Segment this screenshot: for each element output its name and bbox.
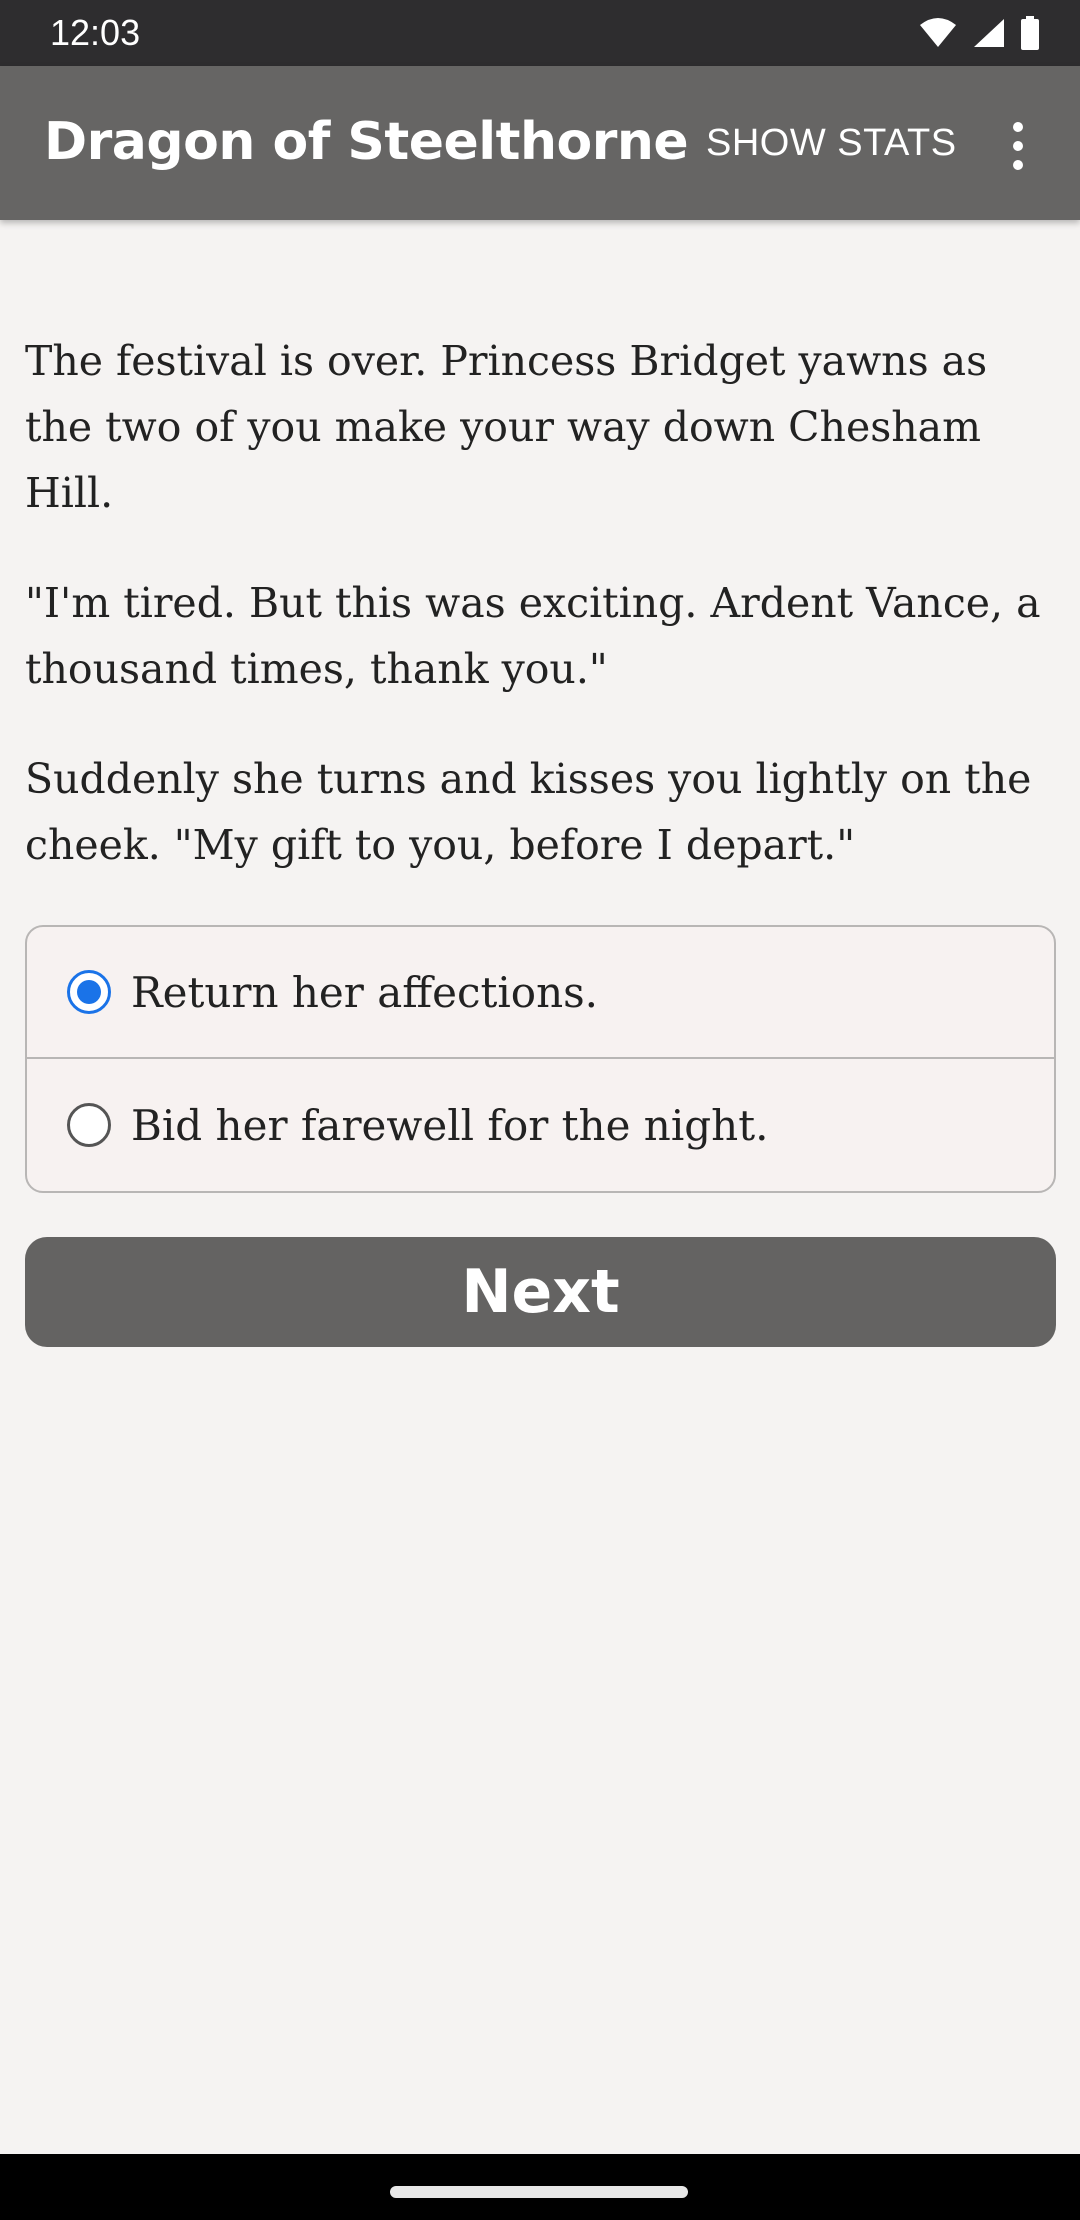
story-paragraph: Suddenly she turns and kisses you lightl… <box>25 755 1032 869</box>
choice-option-bid-farewell[interactable]: Bid her farewell for the night. <box>27 1059 1054 1191</box>
story-paragraph: "I'm tired. But this was exciting. Arden… <box>25 579 1041 693</box>
story-text: The festival is over. Princess Bridget y… <box>25 328 1055 922</box>
home-gesture-handle[interactable] <box>390 2186 688 2198</box>
signal-icon <box>974 19 1004 47</box>
app-bar: Dragon of Steelthorne SHOW STATS <box>0 66 1080 220</box>
more-vert-icon[interactable] <box>996 116 1040 176</box>
battery-icon <box>1021 16 1039 50</box>
app-title: Dragon of Steelthorne <box>44 112 689 172</box>
status-time: 12:03 <box>50 12 141 53</box>
status-bar: 12:03 <box>0 0 1080 66</box>
next-button[interactable]: Next <box>25 1237 1056 1347</box>
choice-list: Return her affections. Bid her farewell … <box>25 925 1056 1193</box>
choice-label: Return her affections. <box>131 967 599 1017</box>
choice-label: Bid her farewell for the night. <box>131 1100 769 1150</box>
wifi-icon <box>920 18 956 47</box>
story-paragraph: The festival is over. Princess Bridget y… <box>25 337 988 517</box>
radio-selected-icon[interactable] <box>67 970 111 1014</box>
navigation-bar <box>0 2154 1080 2220</box>
radio-unselected-icon[interactable] <box>67 1103 111 1147</box>
status-icons <box>918 14 1040 52</box>
show-stats-button[interactable]: SHOW STATS <box>706 122 957 165</box>
choice-option-return-affections[interactable]: Return her affections. <box>27 927 1054 1059</box>
